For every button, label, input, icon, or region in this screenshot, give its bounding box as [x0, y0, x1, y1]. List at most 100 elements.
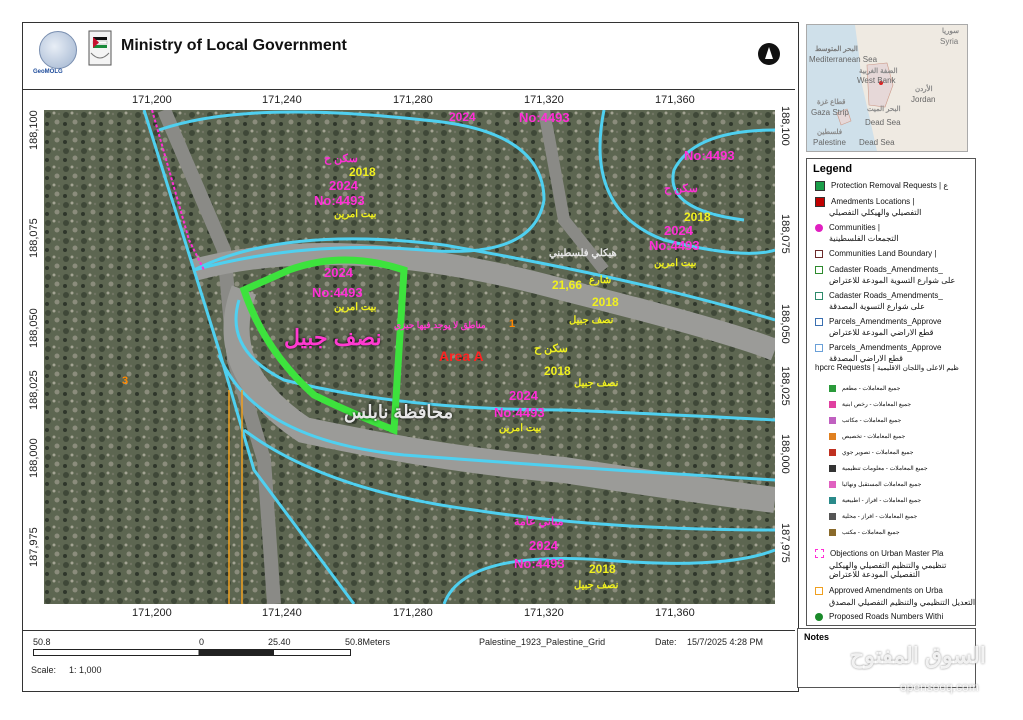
grid-tick-right: 187,975: [779, 523, 791, 563]
legend-item-label: Cadaster Roads_Amendments_: [829, 265, 943, 274]
area-number-label: 21,66: [552, 278, 583, 292]
legend-item-label: Communities Land Boundary |: [829, 249, 937, 258]
legend-subitem-icon: [829, 449, 836, 456]
legend-approved-ar: التعديل التنظيمي والتنظيم التفصيلي المصد…: [829, 598, 976, 607]
map-title: Ministry of Local Government: [121, 37, 347, 54]
legend-item: Cadaster Roads_Amendments_: [815, 265, 943, 274]
legend-swatch-icon: [815, 249, 823, 258]
proposed-roads-icon: [815, 612, 823, 621]
community-label: سكن ح: [534, 343, 568, 355]
legend-title: Legend: [813, 163, 853, 175]
parcel-number-label: No:4493: [519, 110, 570, 125]
legend-subitem-label: جميع المعاملات - رخص ابنية: [842, 402, 912, 409]
year-label: 2018: [592, 295, 619, 309]
legend-subitem-icon: [829, 401, 836, 408]
year-label: 2024: [324, 265, 353, 280]
geomolg-logo: [39, 31, 77, 69]
legend-subitem-label: جميع المعاملات - مكاتب: [842, 418, 902, 425]
legend-subitem: جميع المعاملات - مكاتب: [829, 417, 901, 424]
inset-palestine: Palestine: [813, 138, 846, 147]
year-label: 2018: [349, 165, 376, 179]
grid-tick-left: 188,050: [28, 308, 40, 348]
legend-subitem: جميع المعاملات - افراز - اطبيعية: [829, 497, 921, 504]
legend-item-sub: على شوارع التسوية المودعة للاعتراض: [829, 276, 956, 285]
legend-swatch-icon: [815, 343, 823, 352]
legend-subitem-icon: [829, 433, 836, 440]
year-label: 2018: [544, 364, 571, 378]
north-arrow-icon: [758, 43, 780, 65]
inset-palestine-ar: فلسطين: [817, 129, 843, 136]
inset-syria-ar: سوريا: [942, 28, 959, 35]
community-label: نصف جبيل: [569, 315, 614, 326]
legend-item-label: Communities |: [829, 223, 880, 232]
legend-subitem: جميع المعاملات المستقبل ونهائيا: [829, 481, 921, 488]
grid-tick-right: 188,075: [779, 214, 791, 254]
inset-med-sea: Mediterranean Sea: [809, 55, 878, 64]
legend-proposed: Proposed Roads Numbers Withi: [815, 612, 943, 621]
community-label: نصف جبيل: [574, 378, 619, 389]
legend-approved: Approved Amendments on Urba: [815, 586, 943, 595]
legend-hpcrc-ar: ظيم الاعلى واللجان الاقليمية: [877, 365, 959, 372]
grid-tick-left: 188,075: [28, 218, 40, 258]
legend-objections-ar: تنظيمي والتنظيم التفصيلي والهيكلي التفصي…: [829, 561, 947, 579]
parcel-number-label: No:4493: [312, 285, 363, 300]
legend-item-sub: التجمعات الفلسطينية: [829, 234, 899, 243]
mabani-label: مباني عامة: [514, 516, 564, 528]
tajammu-label: هيكلي فلسطيني: [549, 248, 617, 259]
year-label: 2024: [329, 178, 358, 193]
legend-hpcrc-label: hpcrc Requests |: [815, 363, 875, 372]
legend-subitem-label: جميع المعاملات المستقبل ونهائيا: [842, 482, 922, 489]
legend-subitem: جميع المعاملات - افراز - محلية: [829, 513, 917, 520]
inset-jordan-ar: الأردن: [915, 86, 933, 93]
governorate-label: محافظة نابلس: [344, 402, 454, 422]
grid-tick-right: 188,025: [779, 366, 791, 406]
legend-subitem-icon: [829, 497, 836, 504]
legend-subitem-icon: [829, 465, 836, 472]
parcel-number-label: No:4493: [314, 193, 365, 208]
parcel-number-label: No:4493: [684, 148, 735, 163]
watermark-ar: السوق المفتوح: [850, 643, 986, 668]
legend-item-sub: قطع الاراضي المودعة للاعتراض: [829, 328, 934, 337]
inset-syria: Syria: [940, 37, 959, 46]
parcel-id-label: 3: [122, 375, 129, 387]
community-label: نصف جبيل: [574, 580, 619, 591]
legend-item-label: Amedments Locations |: [831, 197, 915, 207]
grid-tick-bottom: 171,320: [524, 607, 564, 619]
legend-item: Cadaster Roads_Amendments_: [815, 291, 943, 300]
grid-tick-top: 171,240: [262, 94, 302, 106]
scale-value: 1: 1,000: [69, 665, 102, 675]
legend-swatch-icon: [815, 317, 823, 326]
legend-subitem-icon: [829, 481, 836, 488]
legend-subitem-label: جميع المعاملات - معلومات تنظيمية: [842, 466, 928, 473]
legend-subitem: جميع المعاملات - مطعم: [829, 385, 900, 392]
watermark-en: opensooq.com: [900, 680, 979, 694]
legend-subitem-label: جميع المعاملات - تخصيص: [842, 434, 906, 441]
grid-tick-left: 187,975: [28, 527, 40, 567]
map-canvas[interactable]: نصف جبيل محافظة نابلس Area A مناطق لا يو…: [44, 110, 775, 604]
legend-subitem-icon: [829, 529, 836, 536]
grid-tick-left: 188,100: [28, 110, 40, 150]
legend-item: Parcels_Amendments_Approve: [815, 343, 942, 352]
inset-med-sea-ar: البحر المتوسط: [815, 46, 858, 53]
inset-gaza: Gaza Strip: [811, 108, 849, 117]
grid-tick-top: 171,320: [524, 94, 564, 106]
legend-item-label: Protection Removal Requests | ع: [831, 181, 949, 191]
inset-west-bank-ar: الضفة الغربية: [859, 68, 898, 75]
legend-item: Communities |: [815, 223, 880, 232]
scale-bar-graphic: [33, 649, 351, 656]
legend-subitem-icon: [829, 385, 836, 392]
legend-item-sub: التفصيلي والهيكلي التفصيلي: [829, 208, 922, 217]
inset-dead-sea-ar: البحر الميت: [867, 106, 901, 113]
date-value: 15/7/2025 4:28 PM: [687, 637, 764, 647]
year-label: 2018: [684, 210, 711, 224]
legend-item-sub: قطع الاراضي المصدقة: [829, 354, 903, 363]
year-label: 2024: [509, 388, 538, 403]
community-label: سكن ح: [664, 183, 698, 195]
grid-tick-bottom: 171,280: [393, 607, 433, 619]
grid-tick-bottom: 171,200: [132, 607, 172, 619]
grid-tick-left: 188,000: [28, 438, 40, 478]
inset-gaza-ar: قطاع غزة: [817, 99, 846, 106]
legend-subitem-icon: [829, 513, 836, 520]
legend-approved-label: Approved Amendments on Urba: [829, 586, 943, 595]
legend-subitem-label: جميع المعاملات - تصوير جوي: [842, 450, 914, 457]
